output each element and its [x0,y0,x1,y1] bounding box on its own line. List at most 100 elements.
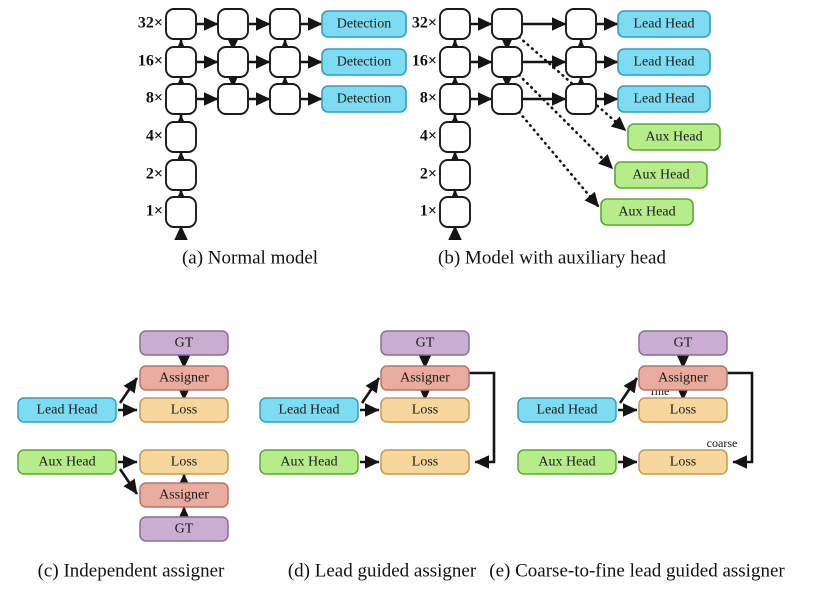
panel-b: 32× 16× 8× 4× 2× 1× Lead Head Lead Head … [412,8,721,268]
panel-b-node-c2-32x [491,8,523,40]
panel-c-assigner-top[interactable]: Assigner [139,365,229,391]
panel-c-gt-top[interactable]: GT [139,330,229,356]
gt-label: GT [674,336,693,351]
panel-c-edge-leadhead-assigner [118,377,139,404]
panel-b-head-aux-2[interactable]: Aux Head [614,161,708,189]
lead-head-label: Lead Head [633,92,694,107]
panel-b-node-c1-2x [439,159,471,191]
panel-c-loss-bottom[interactable]: Loss [139,449,229,475]
panel-b-head-lead-8x[interactable]: Lead Head [617,85,711,113]
figure-root: 32× 16× 8× 4× 2× 1× Detection Detection … [0,0,829,596]
panel-b-head-aux-1[interactable]: Aux Head [627,123,721,151]
aux-head-label: Aux Head [538,455,595,470]
loss-label: Loss [412,403,438,418]
panel-b-head-lead-16x[interactable]: Lead Head [617,48,711,76]
lead-head-label: Lead Head [278,403,339,418]
panel-a-node-c3-8x [269,83,301,115]
panel-e-loss-aux[interactable]: Loss [638,449,728,475]
panel-c-edge-auxhead-assigner [118,468,139,495]
lead-head-label: Lead Head [536,403,597,418]
loss-label: Loss [171,455,197,470]
panel-a-scale-label-4x: 4× [146,128,163,145]
panel-d-caption: (d) Lead guided assigner [288,560,477,581]
panel-b-caption: (b) Model with auxiliary head [438,247,666,268]
panel-a-node-c1-8x [165,83,197,115]
panel-b-scale-label-1x: 1× [420,203,437,220]
aux-head-label: Aux Head [38,455,95,470]
lead-head-label: Lead Head [633,55,694,70]
panel-d: GT Assigner Loss Lead Head Aux Head Loss [259,330,496,581]
panel-d-edge-assigner-to-aux-loss [469,371,496,469]
panel-b-node-c1-8x [439,83,471,115]
panel-b-scale-label-8x: 8× [420,90,437,107]
panel-e-lead-head[interactable]: Lead Head [517,397,617,423]
panel-e-aux-head[interactable]: Aux Head [517,449,617,475]
panel-b-scale-label-32x: 32× [412,15,437,32]
panel-c-lead-head[interactable]: Lead Head [17,397,117,423]
assigner-label: Assigner [658,371,708,386]
panel-e-gt[interactable]: GT [638,330,728,356]
panel-d-assigner[interactable]: Assigner [380,365,470,391]
assigner-label: Assigner [159,488,209,503]
panel-a-node-c3-16x [269,46,301,78]
panel-e-assigner[interactable]: Assigner [638,365,728,391]
panel-e-loss-lead[interactable]: Loss [638,397,728,423]
panel-a-node-c1-1x [165,196,197,228]
panel-a-node-c2-32x [217,8,249,40]
detection-label: Detection [337,55,391,70]
loss-label: Loss [670,455,696,470]
panel-e: fine coarse GT Assigner Loss Lead Head A… [489,330,785,581]
panel-a-node-c2-8x [217,83,249,115]
panel-d-edge-leadhead-assigner [360,377,381,404]
detection-label: Detection [337,92,391,107]
panel-a-scale-label-1x: 1× [146,203,163,220]
panel-a-head-detection-16x[interactable]: Detection [321,48,407,76]
panel-b-head-lead-32x[interactable]: Lead Head [617,10,711,38]
panel-b-scale-label-16x: 16× [412,53,437,70]
loss-label: Loss [412,455,438,470]
panel-c-aux-head[interactable]: Aux Head [17,449,117,475]
panel-e-caption: (e) Coarse-to-fine lead guided assigner [489,560,785,581]
panel-b-node-c3-16x [565,46,597,78]
panel-b-aux-link-16x [517,73,614,170]
panel-d-loss-aux[interactable]: Loss [380,449,470,475]
panel-a-node-c2-16x [217,46,249,78]
aux-head-label: Aux Head [632,168,689,183]
panel-b-aux-link-8x [517,110,600,208]
panel-c-assigner-bottom[interactable]: Assigner [139,482,229,508]
panel-a-head-detection-32x[interactable]: Detection [321,10,407,38]
panel-b-node-c1-16x [439,46,471,78]
panel-b-head-aux-3[interactable]: Aux Head [600,198,694,226]
panel-c-loss-top[interactable]: Loss [139,397,229,423]
panel-e-label-coarse: coarse [707,436,738,450]
panel-a-scale-label-2x: 2× [146,166,163,183]
panel-a-scale-label-16x: 16× [138,53,163,70]
panel-a-node-c3-32x [269,8,301,40]
panel-d-lead-head[interactable]: Lead Head [259,397,359,423]
panel-a-node-c1-16x [165,46,197,78]
figure-canvas: 32× 16× 8× 4× 2× 1× Detection Detection … [17,8,785,581]
panel-b-node-c1-1x [439,196,471,228]
panel-b-node-c1-4x [439,121,471,153]
panel-b-node-c3-8x [565,83,597,115]
detection-label: Detection [337,17,391,32]
panel-a-scale-label-8x: 8× [146,90,163,107]
panel-d-loss-lead[interactable]: Loss [380,397,470,423]
panel-a-node-c1-32x [165,8,197,40]
panel-c-gt-bottom[interactable]: GT [139,516,229,542]
panel-a-node-c1-2x [165,159,197,191]
panel-e-edge-leadhead-assigner [618,377,639,404]
aux-head-label: Aux Head [618,205,675,220]
panel-a-node-c1-4x [165,121,197,153]
panel-a-scale-label-32x: 32× [138,15,163,32]
aux-head-label: Aux Head [280,455,337,470]
panel-d-gt[interactable]: GT [380,330,470,356]
panel-b-scale-label-2x: 2× [420,166,437,183]
panel-c: GT Assigner Loss Lead Head Aux Head Loss… [17,330,229,581]
panel-c-caption: (c) Independent assigner [38,560,225,581]
gt-label: GT [416,336,435,351]
panel-d-aux-head[interactable]: Aux Head [259,449,359,475]
panel-a-head-detection-8x[interactable]: Detection [321,85,407,113]
lead-head-label: Lead Head [36,403,97,418]
assigner-label: Assigner [159,371,209,386]
